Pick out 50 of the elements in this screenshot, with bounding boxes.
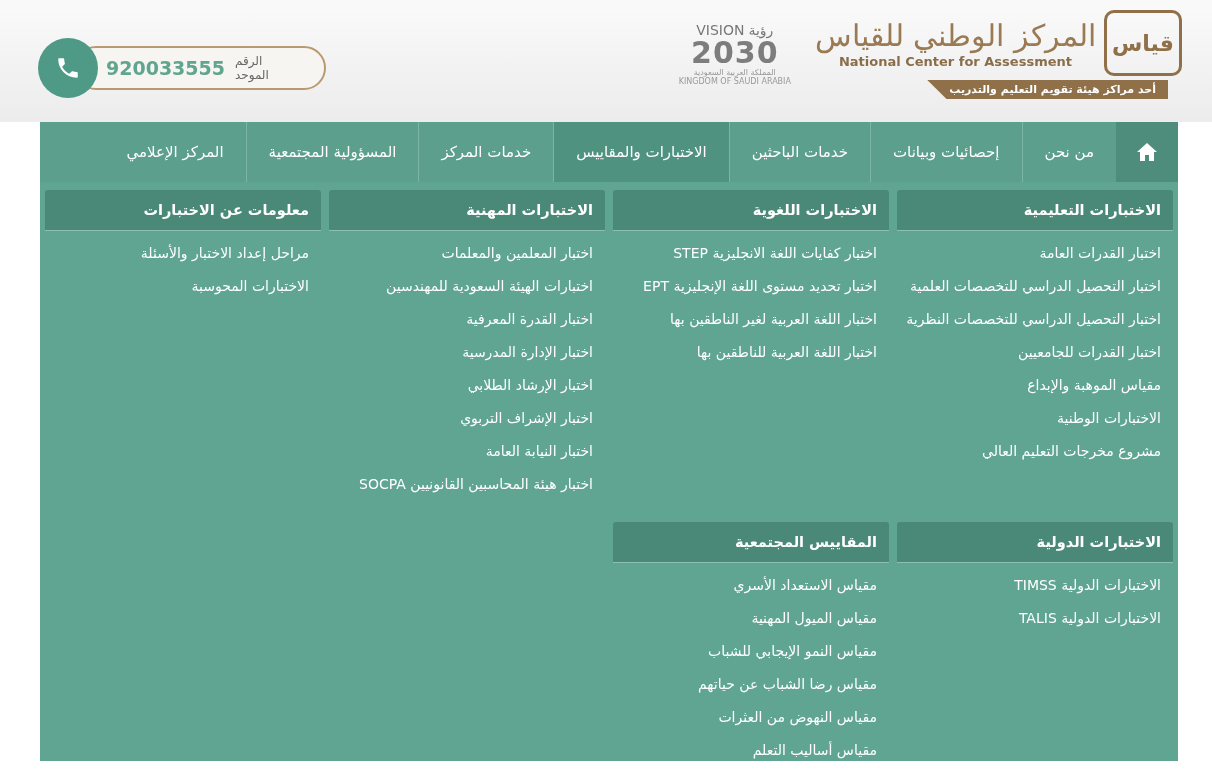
menu-link[interactable]: اختبار المعلمين والمعلمات — [429, 236, 605, 269]
menu-link[interactable]: مراحل إعداد الاختبار والأسئلة — [128, 236, 321, 269]
menu-link[interactable]: اختبار القدرة المعرفية — [454, 302, 605, 335]
menu-link[interactable]: مقياس النهوض من العثرات — [706, 700, 889, 733]
menu-link[interactable]: مقياس أساليب التعلم — [740, 733, 889, 766]
menu-link[interactable]: مقياس الميول المهنية — [739, 601, 889, 634]
menu-link[interactable]: اختبار الإشراف التربوي — [448, 401, 605, 434]
menu-link[interactable]: اختبار تحديد مستوى اللغة الإنجليزية EPT — [631, 269, 889, 302]
menu-link[interactable]: اختبار القدرات العامة — [1027, 236, 1173, 269]
section-header: الاختبارات اللغوية — [613, 190, 889, 231]
vision-word: رؤية — [748, 22, 774, 38]
phone-icon[interactable] — [38, 38, 98, 98]
vision-year: 2030 — [691, 38, 779, 68]
menu-link[interactable]: اختبار التحصيل الدراسي للتخصصات العلمية — [898, 269, 1173, 302]
logo-subtitle: National Center for Assessment — [838, 53, 1072, 69]
home-icon[interactable] — [1116, 122, 1178, 182]
menu-link[interactable]: الاختبارات الدولية TIMSS — [1002, 568, 1173, 601]
section-header: الاختبارات التعليمية — [897, 190, 1173, 231]
menu-link[interactable]: مقياس النمو الإيجابي للشباب — [696, 634, 889, 667]
section-header: معلومات عن الاختبارات — [45, 190, 321, 231]
menu-link[interactable]: الاختبارات المحوسبة — [179, 269, 321, 302]
menu-link[interactable]: مشروع مخرجات التعليم العالي — [970, 434, 1173, 467]
menu-link[interactable]: اختبار هيئة المحاسبين القانونيين SOCPA — [347, 467, 605, 500]
country-name: KINGDOM OF SAUDI ARABIA — [678, 77, 791, 86]
menu-link[interactable]: اختبار اللغة العربية لغير الناطقين بها — [658, 302, 889, 335]
menu-link[interactable]: اختبار القدرات للجامعيين — [1006, 335, 1173, 368]
logo-title: المركز الوطني للقياس — [814, 17, 1096, 54]
logo-tagline: أحد مراكز هيئة تقويم التعليم والتدريب — [927, 80, 1168, 99]
phone-label: الرقم الموحد — [235, 54, 270, 82]
nav-tab[interactable]: الاختبارات والمقاييس — [553, 122, 729, 182]
menu-link[interactable]: الاختبارات الوطنية — [1045, 401, 1173, 434]
menu-link[interactable]: اختبار الإدارة المدرسية — [450, 335, 605, 368]
country-name: المملكة العربية السعودية — [693, 68, 776, 77]
menu-link[interactable]: مقياس الاستعداد الأسري — [721, 568, 889, 601]
section-header: الاختبارات المهنية — [329, 190, 605, 231]
menu-link[interactable]: اختبارات الهيئة السعودية للمهندسين — [374, 269, 605, 302]
section-header: المقاييس المجتمعية — [613, 522, 889, 563]
menu-link[interactable]: اختبار التحصيل الدراسي للتخصصات النظرية — [894, 302, 1173, 335]
nav-tab[interactable]: المركز الإعلامي — [104, 122, 246, 182]
menu-link[interactable]: الاختبارات الدولية TALIS — [1006, 601, 1173, 634]
phone-number: 920033555 — [106, 57, 225, 79]
menu-link[interactable]: اختبار اللغة العربية للناطقين بها — [684, 335, 889, 368]
section-header: الاختبارات الدولية — [897, 522, 1173, 563]
logo-mark: قياس — [1104, 10, 1182, 76]
menu-link[interactable]: مقياس الموهبة والإبداع — [1015, 368, 1173, 401]
menu-link[interactable]: اختبار النيابة العامة — [473, 434, 605, 467]
menu-link[interactable]: اختبار كفايات اللغة الانجليزية STEP — [661, 236, 889, 269]
vision-word: VISION — [696, 22, 745, 38]
menu-link[interactable]: مقياس رضا الشباب عن حياتهم — [686, 667, 889, 700]
menu-link[interactable]: اختبار الإرشاد الطلابي — [455, 368, 605, 401]
